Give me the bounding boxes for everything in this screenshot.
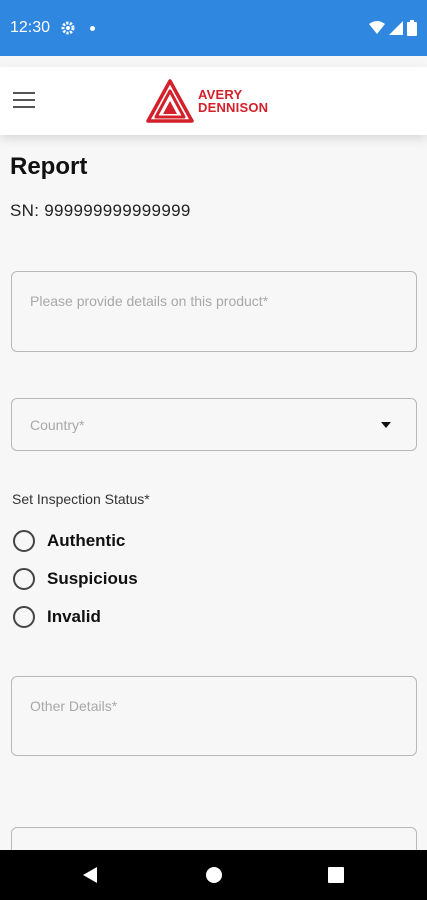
status-bar-right [369, 20, 417, 36]
country-select[interactable]: Country* [11, 398, 417, 451]
status-bar-left: 12:30 [10, 19, 96, 37]
other-details-placeholder: Other Details* [30, 698, 118, 714]
avery-dennison-logo: AVERY DENNISON [146, 79, 268, 123]
system-nav-bar [0, 850, 427, 900]
inspection-status-label: Set Inspection Status* [12, 491, 150, 507]
status-time: 12:30 [10, 19, 51, 36]
signal-icon [389, 21, 403, 35]
radio-circle-icon [13, 568, 35, 590]
logo-mark-icon [146, 79, 194, 123]
dropdown-arrow-icon [381, 422, 391, 428]
hamburger-menu-icon[interactable] [13, 92, 35, 110]
product-details-field[interactable]: Please provide details on this product* [11, 271, 417, 352]
radio-circle-icon [13, 606, 35, 628]
recents-icon[interactable] [328, 867, 344, 883]
radio-label-invalid: Invalid [47, 607, 101, 626]
status-bar: 12:30 [0, 0, 427, 56]
product-details-placeholder: Please provide details on this product* [30, 293, 269, 309]
battery-icon [407, 20, 417, 36]
radio-invalid[interactable]: Invalid [13, 606, 101, 628]
radio-authentic[interactable]: Authentic [13, 530, 125, 552]
home-icon[interactable] [205, 866, 223, 884]
app-bar: AVERY DENNISON [0, 67, 427, 135]
wifi-icon [369, 21, 385, 34]
radio-label-suspicious: Suspicious [47, 569, 138, 588]
logo-wordmark: AVERY DENNISON [198, 88, 268, 114]
notification-dot-icon [90, 25, 96, 31]
other-details-field[interactable]: Other Details* [11, 676, 417, 756]
page-title: Report [10, 153, 88, 180]
radio-label-authentic: Authentic [47, 531, 126, 550]
back-icon[interactable] [81, 866, 99, 884]
radio-circle-icon [13, 530, 35, 552]
serial-number: SN: 999999999999999 [10, 201, 191, 220]
radio-suspicious[interactable]: Suspicious [13, 568, 138, 590]
logo-text-line2: DENNISON [198, 100, 269, 115]
settings-icon [61, 21, 75, 35]
country-placeholder: Country* [30, 417, 85, 433]
